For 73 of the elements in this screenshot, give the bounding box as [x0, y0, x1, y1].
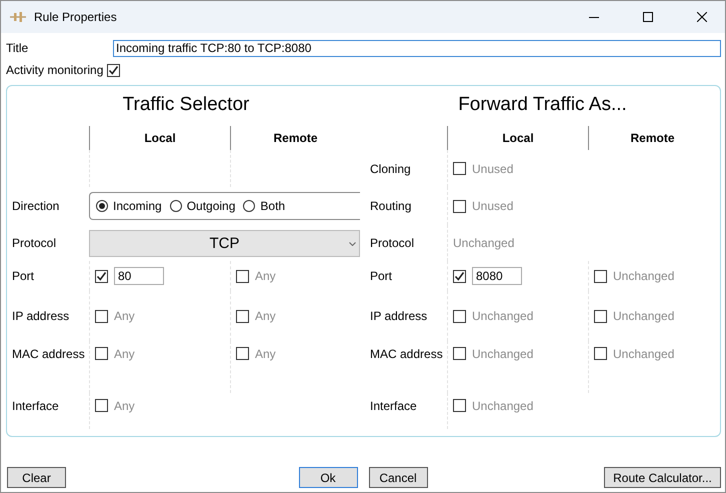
row-label: IP address [11, 308, 70, 325]
option-label: Unused [472, 199, 514, 213]
field-label: Title [6, 41, 28, 55]
window-title: Rule Properties [34, 10, 118, 24]
field-label: Activity monitoring [6, 63, 104, 77]
maximize-icon [643, 12, 653, 22]
option-label: Any [114, 309, 135, 323]
option-label: Unchanged [613, 309, 674, 323]
checkmark-icon [454, 270, 465, 282]
option-label: Unchanged [613, 347, 674, 361]
row-label: MAC address [369, 346, 444, 363]
checkbox[interactable] [236, 270, 249, 282]
checkbox[interactable] [453, 347, 466, 360]
protocol-value: Unchanged [453, 236, 514, 250]
radio-option[interactable]: Outgoing [170, 199, 236, 213]
checkbox[interactable] [236, 347, 249, 360]
option-label: Any [255, 309, 276, 323]
checkbox[interactable] [95, 347, 108, 360]
row-label: Protocol [369, 235, 416, 252]
clear-button[interactable]: Clear [7, 467, 66, 488]
checkbox[interactable] [95, 270, 108, 282]
checkbox[interactable] [594, 310, 607, 322]
checkmark-icon [108, 64, 120, 76]
option-label: Unchanged [472, 347, 534, 361]
option-label: Unchanged [613, 269, 674, 283]
option-label: Any [114, 399, 135, 413]
column-header: Local [447, 126, 588, 150]
checkbox[interactable] [594, 347, 607, 360]
checkbox[interactable] [594, 270, 607, 282]
checkbox[interactable] [95, 399, 108, 412]
title-field[interactable]: Incoming traffic TCP:80 to TCP:8080 [113, 40, 721, 56]
checkbox[interactable] [453, 200, 466, 212]
option-label: Any [114, 347, 135, 361]
checkbox[interactable] [107, 64, 120, 76]
row-label: MAC address [11, 346, 86, 363]
checkbox[interactable] [95, 310, 108, 322]
protocol-dropdown[interactable]: TCP [89, 230, 360, 256]
row-label: Port [11, 268, 36, 285]
radio-option[interactable]: Both [243, 199, 286, 213]
row-label: IP address [369, 308, 428, 325]
option-label: Any [255, 269, 276, 283]
row-label: Interface [369, 398, 418, 415]
section-heading: Forward Traffic As... [458, 94, 627, 117]
column-header: Local [89, 126, 230, 150]
radio-option[interactable]: Incoming [96, 199, 162, 213]
row-label: Protocol [11, 235, 58, 252]
checkbox[interactable] [453, 162, 466, 175]
checkbox[interactable] [236, 310, 249, 322]
radio-dot-icon [99, 203, 105, 209]
row-label: Direction [11, 198, 60, 215]
option-label: Unchanged [472, 399, 534, 413]
column-header: Remote [588, 126, 716, 150]
option-label: Unchanged [472, 309, 534, 323]
row-label: Routing [369, 198, 412, 215]
cancel-button[interactable]: Cancel [368, 467, 428, 488]
route-calculator-button[interactable]: Route Calculator... [604, 467, 721, 488]
column-header: Remote [230, 126, 360, 150]
row-label: Port [369, 268, 394, 285]
caret-icon [349, 242, 356, 246]
option-label: Unused [472, 162, 514, 176]
value-field[interactable]: 8080 [472, 267, 522, 285]
value-field[interactable]: 80 [114, 267, 164, 285]
checkbox[interactable] [453, 399, 466, 412]
row-label: Cloning [369, 160, 412, 178]
section-heading: Traffic Selector [122, 94, 250, 117]
checkbox[interactable] [453, 310, 466, 322]
option-label: Any [255, 347, 276, 361]
app-icon [10, 11, 26, 23]
ok-button[interactable]: Ok [298, 467, 358, 488]
row-label: Interface [11, 398, 60, 415]
close-icon [697, 12, 707, 22]
checkmark-icon [96, 270, 107, 282]
checkbox[interactable] [453, 270, 466, 282]
